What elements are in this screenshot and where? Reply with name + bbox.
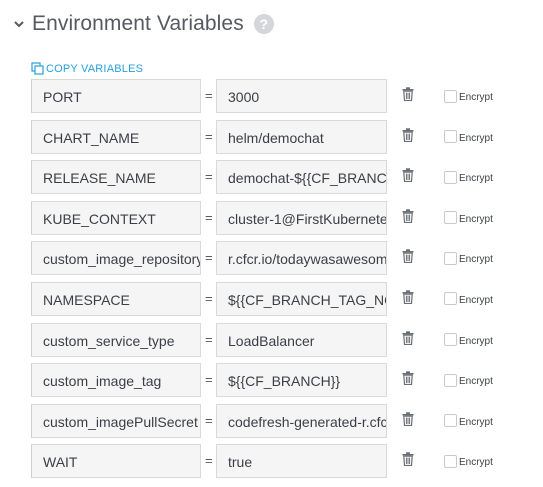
variable-value-input[interactable]: true bbox=[216, 444, 387, 479]
variable-value-text: ${{CF_BRANCH}} bbox=[228, 373, 341, 390]
variable-value-input[interactable]: 3000 bbox=[216, 79, 387, 113]
environment-variables-panel: Environment Variables ? COPY VARIABLES P… bbox=[0, 0, 543, 487]
encrypt-checkbox[interactable] bbox=[444, 373, 457, 387]
copy-variables-label: COPY VARIABLES bbox=[46, 62, 144, 75]
variable-value-input[interactable]: ${{CF_BRANCH}} bbox=[216, 363, 387, 398]
variable-key-text: custom_imagePullSecret bbox=[43, 413, 198, 430]
encrypt-label: Encrypt bbox=[459, 92, 493, 103]
variable-key-input[interactable]: NAMESPACE bbox=[31, 281, 201, 316]
trash-icon[interactable] bbox=[402, 209, 414, 223]
variable-value-text: helm/demochat bbox=[228, 129, 324, 146]
variable-key-input[interactable]: KUBE_CONTEXT bbox=[31, 200, 201, 235]
variable-value-input[interactable]: ${{CF_BRANCH_TAG_NORMALIZED}} bbox=[216, 281, 387, 316]
variable-key-text: CHART_NAME bbox=[43, 129, 140, 146]
variable-value-text: cluster-1@FirstKubernetes bbox=[228, 210, 387, 227]
equals-sign: = bbox=[205, 128, 213, 144]
variable-key-text: custom_service_type bbox=[43, 332, 175, 349]
encrypt-label: Encrypt bbox=[459, 132, 493, 144]
encrypt-toggle[interactable]: Encrypt bbox=[444, 211, 493, 225]
equals-sign: = bbox=[205, 209, 213, 225]
encrypt-label: Encrypt bbox=[459, 213, 493, 225]
equals-sign: = bbox=[205, 372, 213, 388]
trash-icon[interactable] bbox=[402, 87, 414, 101]
encrypt-toggle[interactable]: Encrypt bbox=[444, 251, 493, 265]
variable-key-text: PORT bbox=[43, 89, 82, 105]
encrypt-checkbox[interactable] bbox=[444, 211, 457, 225]
encrypt-checkbox[interactable] bbox=[444, 251, 457, 265]
encrypt-label: Encrypt bbox=[459, 416, 493, 428]
variable-key-input[interactable]: custom_image_tag bbox=[31, 363, 201, 398]
trash-icon[interactable] bbox=[402, 127, 414, 142]
variable-key-input[interactable]: WAIT bbox=[31, 444, 201, 479]
variable-key-input[interactable]: RELEASE_NAME bbox=[31, 160, 201, 195]
equals-sign: = bbox=[205, 412, 213, 428]
encrypt-toggle[interactable]: Encrypt bbox=[444, 414, 493, 428]
copy-variables-button[interactable]: COPY VARIABLES bbox=[31, 62, 143, 75]
variable-key-input[interactable]: CHART_NAME bbox=[31, 119, 201, 154]
variable-value-text: demochat-${{CF_BRANCH_TAG_NORMALIZED}} bbox=[228, 170, 387, 187]
trash-icon[interactable] bbox=[402, 412, 414, 426]
equals-sign: = bbox=[205, 88, 213, 103]
variable-value-input[interactable]: helm/demochat bbox=[216, 119, 387, 154]
variable-key-text: custom_image_tag bbox=[43, 373, 162, 390]
variable-key-input[interactable]: custom_image_repository bbox=[31, 241, 201, 276]
encrypt-checkbox[interactable] bbox=[444, 130, 457, 144]
encrypt-toggle[interactable]: Encrypt bbox=[444, 170, 493, 184]
encrypt-toggle[interactable]: Encrypt bbox=[444, 373, 493, 387]
encrypt-toggle[interactable]: Encrypt bbox=[444, 89, 493, 103]
encrypt-checkbox[interactable] bbox=[444, 414, 457, 428]
equals-sign: = bbox=[205, 331, 213, 347]
encrypt-checkbox[interactable] bbox=[444, 170, 457, 184]
trash-icon[interactable] bbox=[402, 330, 414, 345]
encrypt-label: Encrypt bbox=[459, 294, 493, 306]
variable-value-text: ${{CF_BRANCH_TAG_NORMALIZED}} bbox=[228, 291, 386, 308]
encrypt-toggle[interactable]: Encrypt bbox=[444, 454, 493, 468]
trash-icon[interactable] bbox=[402, 249, 414, 264]
encrypt-toggle[interactable]: Encrypt bbox=[444, 292, 493, 306]
variable-value-text: codefresh-generated-r.cfcr.io bbox=[228, 413, 387, 430]
section-title: Environment Variables bbox=[32, 12, 244, 35]
variable-value-text: true bbox=[228, 454, 253, 471]
encrypt-label: Encrypt bbox=[459, 173, 493, 185]
encrypt-checkbox[interactable] bbox=[444, 292, 457, 306]
equals-sign: = bbox=[205, 169, 213, 185]
help-icon[interactable]: ? bbox=[253, 14, 274, 34]
equals-sign: = bbox=[205, 250, 213, 266]
encrypt-label: Encrypt bbox=[459, 335, 493, 347]
section-header[interactable]: Environment Variables ? bbox=[14, 12, 274, 36]
encrypt-checkbox[interactable] bbox=[444, 89, 457, 103]
variable-value-input[interactable]: LoadBalancer bbox=[216, 322, 387, 357]
variable-key-text: NAMESPACE bbox=[43, 291, 130, 308]
variable-key-input[interactable]: PORT bbox=[31, 79, 201, 113]
variable-key-input[interactable]: custom_service_type bbox=[31, 322, 201, 357]
encrypt-toggle[interactable]: Encrypt bbox=[444, 130, 493, 144]
copy-icon bbox=[31, 62, 44, 75]
variable-key-text: custom_image_repository bbox=[43, 251, 201, 268]
encrypt-label: Encrypt bbox=[459, 376, 493, 388]
variable-key-input[interactable]: custom_imagePullSecret bbox=[31, 403, 201, 438]
variable-value-text: 3000 bbox=[228, 89, 260, 105]
variable-key-text: KUBE_CONTEXT bbox=[43, 210, 156, 227]
variable-value-text: LoadBalancer bbox=[228, 332, 315, 349]
variable-key-text: RELEASE_NAME bbox=[43, 170, 156, 187]
encrypt-checkbox[interactable] bbox=[444, 333, 457, 347]
variable-value-input[interactable]: cluster-1@FirstKubernetes bbox=[216, 200, 387, 235]
variable-key-text: WAIT bbox=[43, 454, 78, 471]
variable-value-input[interactable]: r.cfcr.io/todaywasawesome/demochat bbox=[216, 241, 387, 276]
variable-value-input[interactable]: codefresh-generated-r.cfcr.io bbox=[216, 403, 387, 438]
trash-icon[interactable] bbox=[402, 452, 414, 467]
encrypt-label: Encrypt bbox=[459, 254, 493, 266]
variable-value-text: r.cfcr.io/todaywasawesome/demochat bbox=[228, 251, 387, 268]
encrypt-label: Encrypt bbox=[459, 457, 493, 469]
chevron-down-icon[interactable] bbox=[14, 19, 24, 29]
trash-icon[interactable] bbox=[402, 290, 414, 304]
encrypt-checkbox[interactable] bbox=[444, 454, 457, 468]
trash-icon[interactable] bbox=[402, 371, 414, 386]
variable-value-input[interactable]: demochat-${{CF_BRANCH_TAG_NORMALIZED}} bbox=[216, 160, 387, 195]
trash-icon[interactable] bbox=[402, 168, 414, 183]
encrypt-toggle[interactable]: Encrypt bbox=[444, 333, 493, 347]
equals-sign: = bbox=[205, 453, 213, 469]
equals-sign: = bbox=[205, 290, 213, 306]
